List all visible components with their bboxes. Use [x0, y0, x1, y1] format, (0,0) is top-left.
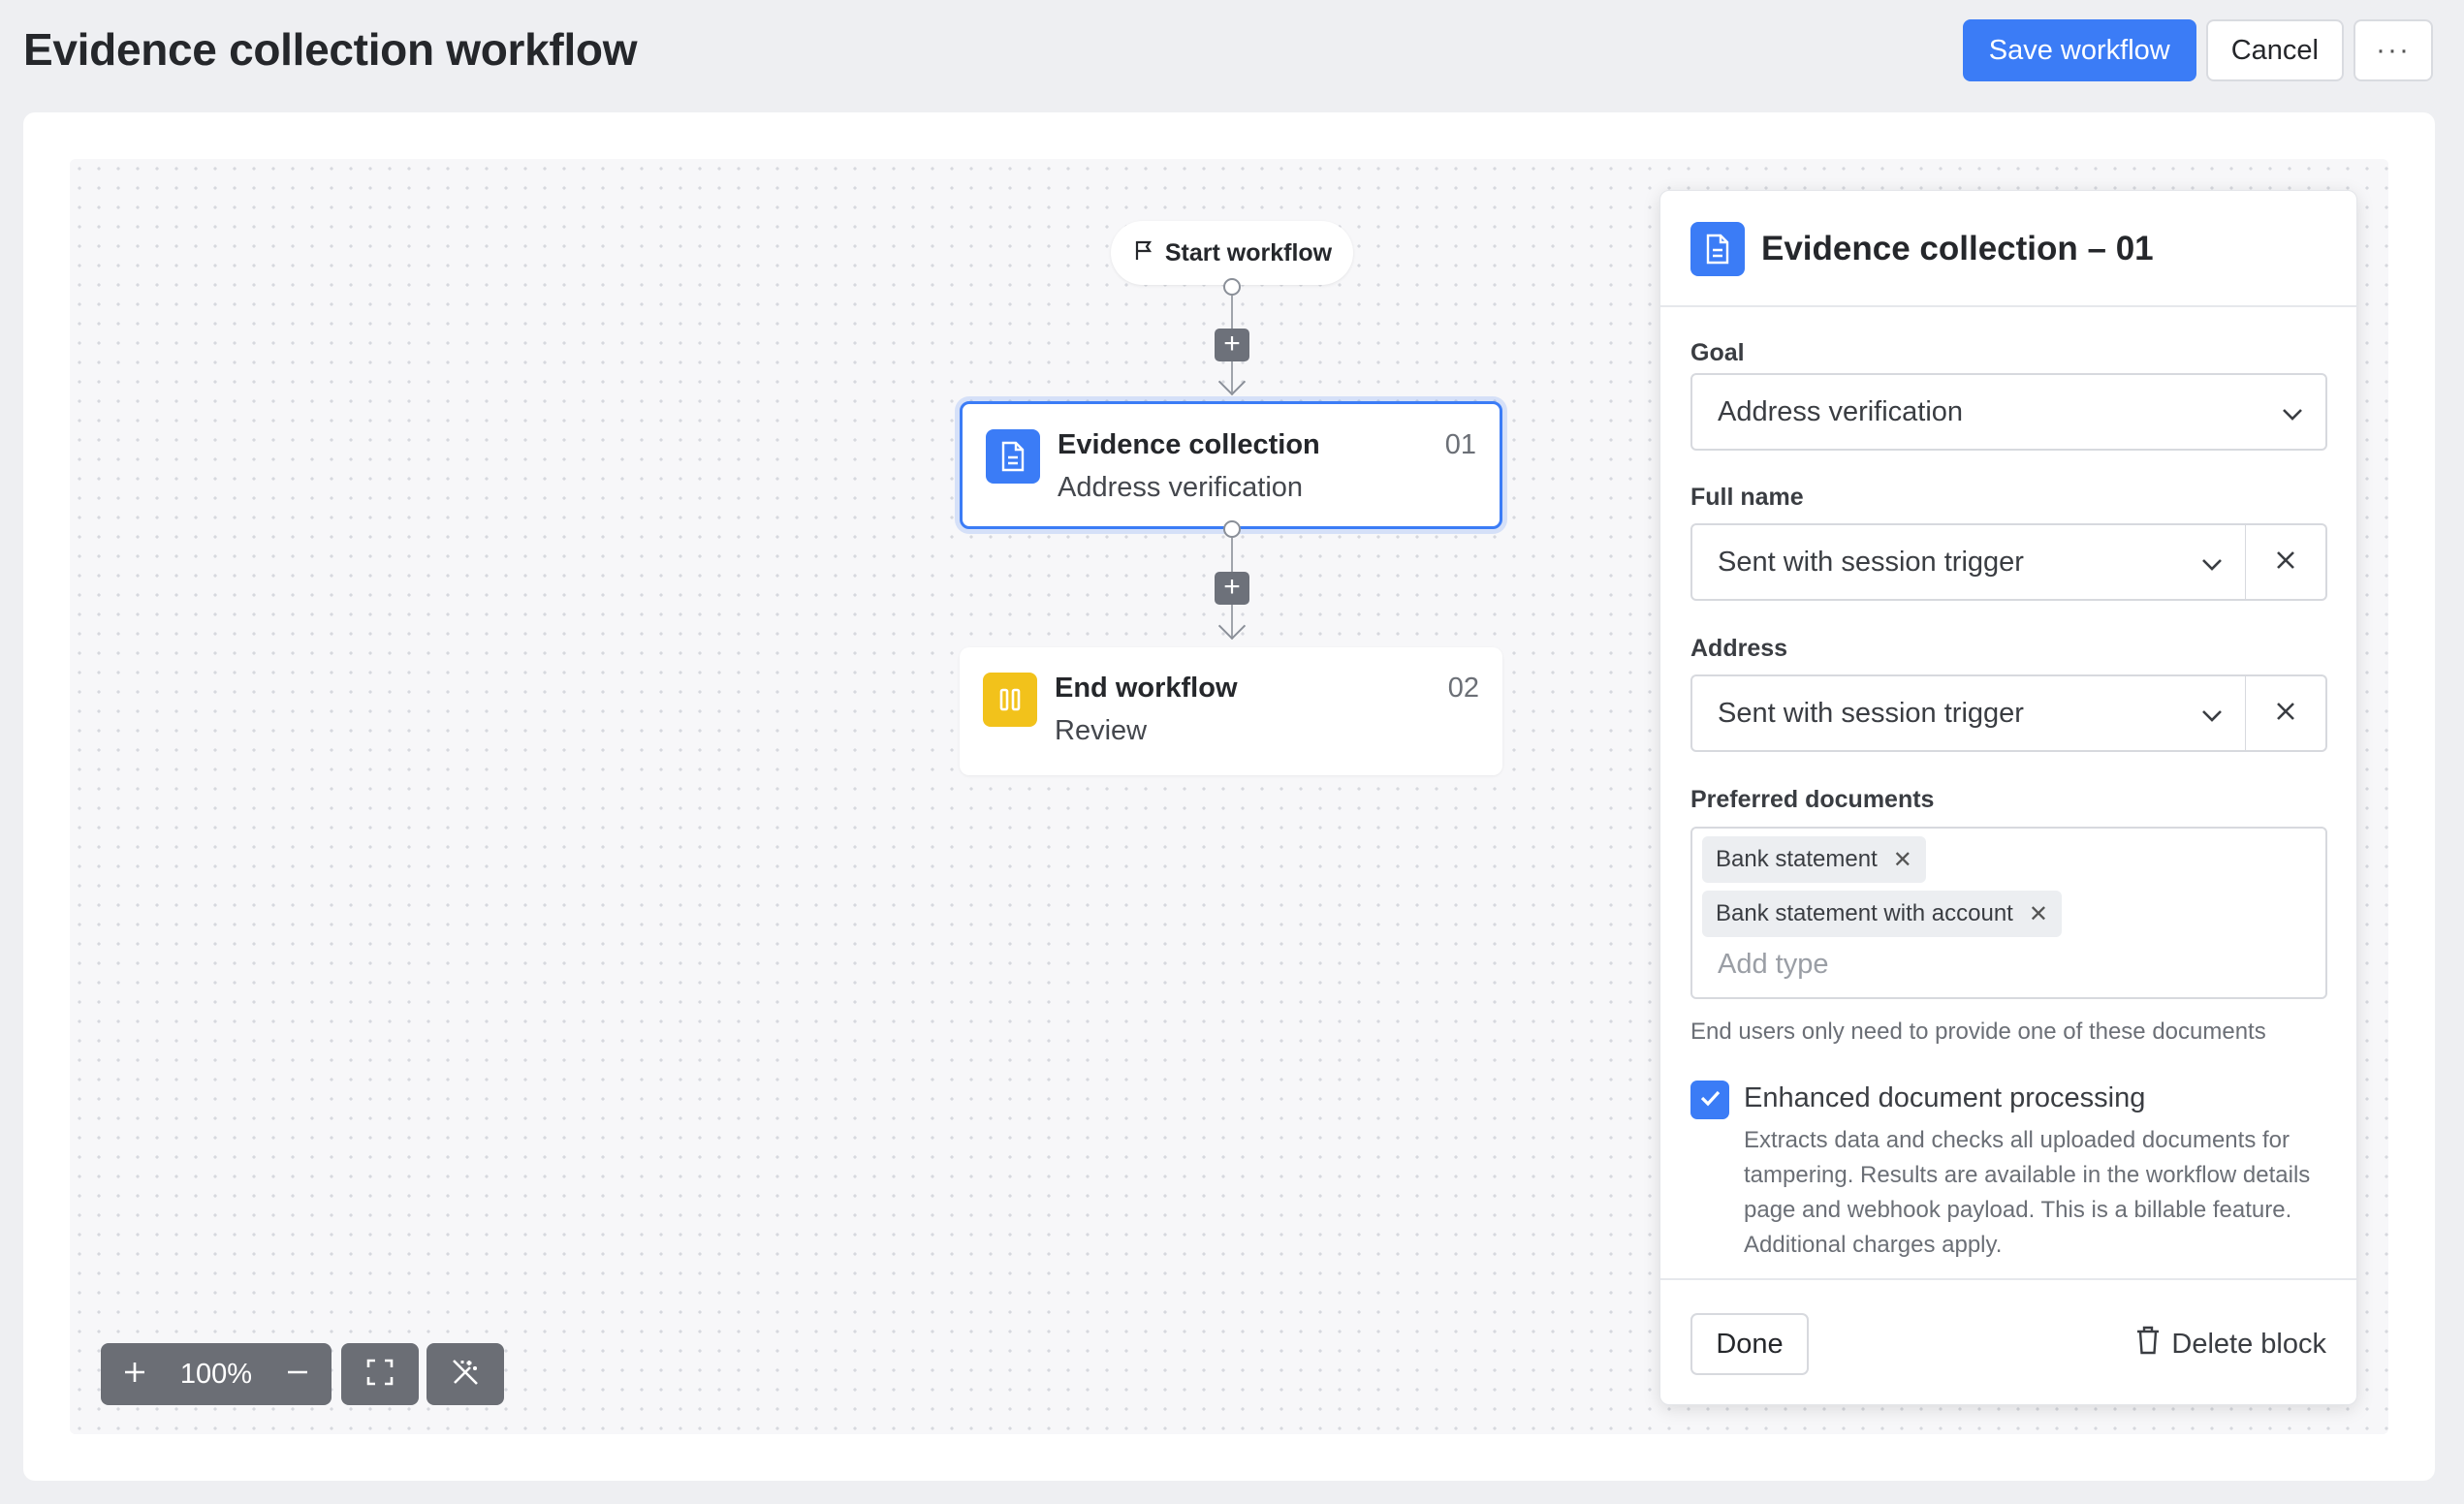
- magic-wand-icon: [450, 1357, 481, 1393]
- preferred-documents-hint: End users only need to provide one of th…: [1690, 1018, 2266, 1045]
- preferred-documents-label: Preferred documents: [1690, 786, 1935, 813]
- tag-label: Bank statement: [1716, 846, 1878, 872]
- document-tag: Bank statement ✕: [1702, 836, 1926, 883]
- node-subtitle: Review: [1055, 715, 1148, 746]
- address-value: Sent with session trigger: [1718, 697, 2024, 729]
- evidence-collection-node[interactable]: Evidence collection Address verification…: [960, 401, 1502, 529]
- connector-port[interactable]: [1223, 278, 1241, 296]
- zoom-controls: 100%: [101, 1343, 332, 1405]
- done-button[interactable]: Done: [1690, 1313, 1809, 1375]
- enhanced-processing-description: Extracts data and checks all uploaded do…: [1744, 1127, 2311, 1258]
- chevron-down-icon: [2198, 702, 2226, 736]
- fullscreen-icon: [365, 1358, 395, 1392]
- remove-tag-icon[interactable]: ✕: [2029, 900, 2048, 928]
- cancel-button[interactable]: Cancel: [2205, 19, 2344, 81]
- close-icon: [2274, 700, 2297, 728]
- enhanced-processing-label: Enhanced document processing: [1744, 1082, 2146, 1113]
- more-options-button[interactable]: ···: [2353, 19, 2433, 81]
- end-workflow-node[interactable]: End workflow Review 02: [960, 647, 1502, 775]
- fullname-select[interactable]: Sent with session trigger: [1690, 523, 2247, 601]
- fit-to-screen-button[interactable]: [341, 1343, 419, 1405]
- tag-label: Bank statement with account: [1716, 900, 2013, 926]
- auto-layout-button[interactable]: [426, 1343, 504, 1405]
- node-number: 02: [1447, 673, 1479, 704]
- save-workflow-button[interactable]: Save workflow: [1962, 19, 2196, 81]
- delete-block-label: Delete block: [2171, 1328, 2326, 1360]
- top-actions: Save workflow Cancel ···: [1962, 19, 2433, 81]
- document-icon: [1690, 222, 1745, 276]
- preferred-documents-input[interactable]: Bank statement ✕ Bank statement with acc…: [1690, 827, 2327, 999]
- start-workflow-node[interactable]: Start workflow: [1111, 221, 1353, 285]
- zoom-out-icon[interactable]: [285, 1360, 310, 1390]
- address-select[interactable]: Sent with session trigger: [1690, 674, 2247, 752]
- clear-fullname-button[interactable]: [2246, 523, 2327, 601]
- connector-port[interactable]: [1223, 520, 1241, 538]
- chevron-down-icon: [2279, 400, 2306, 435]
- document-icon: [986, 429, 1040, 484]
- page-title: Evidence collection workflow: [23, 24, 638, 75]
- node-number: 01: [1444, 429, 1476, 460]
- node-title: Evidence collection: [1058, 429, 1320, 460]
- flag-icon: [1132, 238, 1155, 268]
- add-step-button[interactable]: +: [1215, 572, 1249, 605]
- fullname-value: Sent with session trigger: [1718, 546, 2024, 578]
- clear-address-button[interactable]: [2246, 674, 2327, 752]
- delete-block-button[interactable]: Delete block: [2134, 1313, 2326, 1375]
- panel-divider: [1660, 1278, 2356, 1280]
- node-title: End workflow: [1055, 673, 1238, 704]
- goal-select[interactable]: Address verification: [1690, 373, 2327, 451]
- add-step-button[interactable]: +: [1215, 329, 1249, 361]
- start-workflow-label: Start workflow: [1164, 238, 1333, 266]
- panel-header: Evidence collection – 01: [1660, 191, 2356, 307]
- end-icon: [983, 673, 1037, 727]
- node-subtitle: Address verification: [1058, 472, 1304, 503]
- goal-value: Address verification: [1718, 395, 1964, 427]
- fullname-label: Full name: [1690, 484, 1804, 511]
- block-settings-panel: Evidence collection – 01 Goal Address ve…: [1659, 190, 2357, 1405]
- remove-tag-icon[interactable]: ✕: [1893, 846, 1912, 874]
- panel-title: Evidence collection – 01: [1761, 230, 2154, 267]
- trash-icon: [2134, 1325, 2162, 1363]
- document-tag: Bank statement with account ✕: [1702, 891, 2062, 937]
- add-type-placeholder[interactable]: Add type: [1718, 949, 1828, 981]
- close-icon: [2274, 548, 2297, 577]
- zoom-level: 100%: [179, 1358, 253, 1390]
- enhanced-processing-checkbox[interactable]: [1690, 1081, 1729, 1119]
- checkmark-icon: [1696, 1084, 1723, 1116]
- zoom-in-icon[interactable]: [122, 1360, 147, 1390]
- goal-label: Goal: [1690, 339, 1745, 366]
- address-label: Address: [1690, 635, 1788, 662]
- chevron-down-icon: [2198, 550, 2226, 585]
